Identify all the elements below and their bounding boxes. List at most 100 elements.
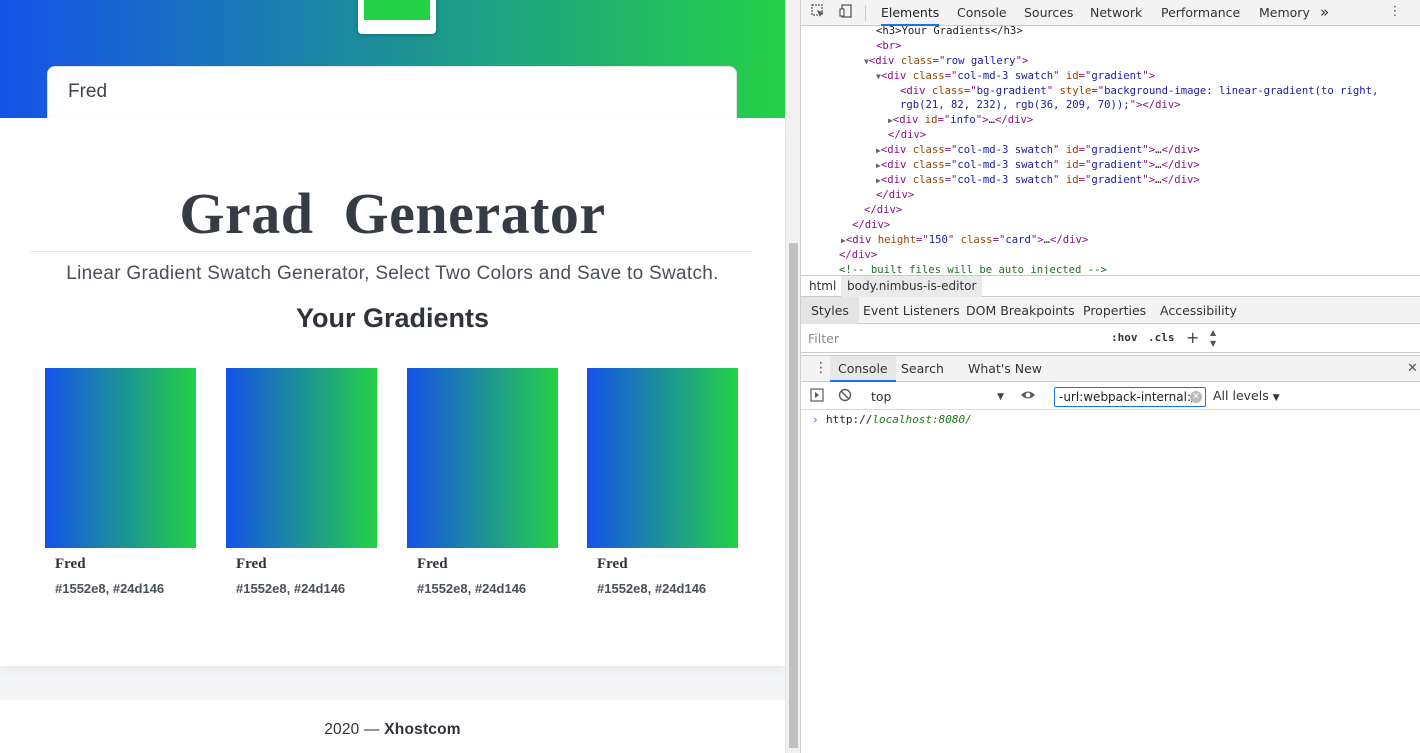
swatch-hex-values: #1552e8, #24d146	[597, 581, 707, 596]
gradient-swatch[interactable]: Fred #1552e8, #24d146	[587, 368, 738, 596]
sidebar-toggle-icon[interactable]	[809, 388, 825, 404]
tag: div	[875, 55, 895, 67]
dom-node[interactable]: ▶<div height="150" class="card">…</div>	[841, 233, 1088, 248]
swatch-gradient-preview[interactable]	[587, 368, 738, 548]
clear-filter-icon[interactable]: ✕	[1190, 391, 1202, 403]
dom-node[interactable]: <h3>Your Gradients</h3>	[876, 26, 1023, 39]
swatch-name: Fred	[417, 556, 448, 572]
attr-name: class	[900, 55, 933, 67]
log-levels-select[interactable]: All levels ▼	[1213, 388, 1280, 403]
tab-sources[interactable]: Sources	[1024, 0, 1073, 26]
cls-toggle[interactable]: .cls	[1148, 331, 1175, 344]
dom-node[interactable]: <br>	[876, 39, 902, 54]
expand-triangle-icon[interactable]: ▶	[888, 116, 893, 125]
dom-tree: <h3>Your Gradients</h3> <br> ▼<div class…	[801, 26, 1420, 274]
eye-icon[interactable]	[1020, 388, 1036, 404]
dom-node[interactable]: ▶<div class="col-md-3 swatch" id="gradie…	[876, 158, 1200, 173]
page-scrollbar[interactable]	[785, 0, 800, 753]
tab-styles[interactable]: Styles	[801, 297, 859, 324]
log-host: localhost:8080/	[872, 413, 972, 426]
attr-value: bg-gradient	[976, 85, 1047, 97]
console-filter-input[interactable]: -url:webpack-internal:// ✕	[1054, 387, 1206, 407]
tab-console[interactable]: Console	[957, 0, 1007, 26]
expand-triangle-icon[interactable]: ▶	[876, 176, 881, 185]
node-text: <h3>Your Gradients</h3>	[876, 26, 1023, 37]
console-toolbar: top ▼ -url:webpack-internal:// ✕ All lev…	[801, 383, 1420, 410]
attr-name: class	[912, 144, 945, 156]
drawer-tabbar: ⋮ Console Search What's New ✕	[801, 355, 1420, 382]
footer-brand[interactable]: Xhostcom	[384, 721, 461, 738]
drawer-tab-whats-new[interactable]: What's New	[968, 356, 1042, 382]
dom-close-tag: </div>	[852, 219, 891, 231]
tab-performance[interactable]: Performance	[1161, 0, 1240, 26]
attr-value: card	[1005, 234, 1031, 246]
context-value: top	[871, 389, 892, 404]
dom-node[interactable]: ▼<div class="row gallery">	[864, 54, 1028, 69]
breadcrumb-html[interactable]: html	[809, 279, 836, 293]
hov-toggle[interactable]: :hov	[1111, 331, 1138, 344]
scrollbar-thumb[interactable]	[789, 243, 798, 748]
swatch-gradient-preview[interactable]	[407, 368, 558, 548]
attr-name: class	[912, 159, 945, 171]
console-expand-icon[interactable]: ›	[812, 413, 819, 426]
attr-value: gradient	[1091, 159, 1143, 171]
tab-memory[interactable]: Memory	[1259, 0, 1310, 26]
log-protocol: http://	[826, 413, 873, 426]
ellipsis: …	[1155, 144, 1162, 156]
gradient-name-input[interactable]: Fred	[47, 66, 737, 126]
kebab-menu-icon[interactable]: ⋮	[1387, 4, 1403, 20]
color-picker-swatch[interactable]	[358, 0, 436, 34]
expand-triangle-icon[interactable]: ▶	[841, 236, 846, 245]
dom-close-tag: </div>	[888, 129, 927, 141]
tab-elements[interactable]: Elements	[881, 0, 940, 26]
device-toolbar-icon[interactable]	[838, 4, 854, 20]
breadcrumb-body[interactable]: body.nimbus-is-editor	[841, 276, 983, 297]
drawer-menu-icon[interactable]: ⋮	[814, 360, 828, 376]
scroll-arrows-icon[interactable]: ▲ ▼	[1210, 327, 1216, 349]
drawer-tab-console[interactable]: Console	[830, 356, 896, 382]
attr-name: id	[1065, 174, 1079, 186]
close-drawer-icon[interactable]: ✕	[1407, 361, 1418, 376]
tab-properties[interactable]: Properties	[1083, 297, 1146, 324]
ellipsis: …	[1043, 234, 1050, 246]
tab-dom-breakpoints[interactable]: DOM Breakpoints	[966, 297, 1075, 324]
expand-triangle-icon[interactable]: ▶	[876, 161, 881, 170]
gradient-swatch[interactable]: Fred #1552e8, #24d146	[226, 368, 377, 596]
dom-node[interactable]: ▼<div class="col-md-3 swatch" id="gradie…	[876, 69, 1155, 84]
swatch-gradient-preview[interactable]	[226, 368, 377, 548]
tag: div	[1155, 99, 1175, 111]
new-style-rule-icon[interactable]: +	[1186, 328, 1199, 347]
tab-accessibility[interactable]: Accessibility	[1160, 297, 1237, 324]
tab-event-listeners[interactable]: Event Listeners	[863, 297, 960, 324]
console-filter-value: -url:webpack-internal://	[1059, 390, 1200, 404]
more-tabs-icon[interactable]: »	[1320, 0, 1329, 26]
context-select[interactable]: top ▼	[871, 388, 1006, 406]
expand-triangle-icon[interactable]: ▶	[876, 146, 881, 155]
dom-close-tag: </div>	[839, 249, 878, 261]
dom-node-continued[interactable]: rgb(21, 82, 232), rgb(36, 209, 70));"></…	[900, 98, 1181, 113]
expand-triangle-icon[interactable]: ▼	[864, 57, 869, 66]
attr-name: class	[960, 234, 993, 246]
dom-node[interactable]: <div class="bg-gradient" style="backgrou…	[900, 84, 1378, 99]
console-log-line[interactable]: http://localhost:8080/	[826, 413, 972, 426]
clear-console-icon[interactable]	[837, 388, 853, 404]
selected-color-chip[interactable]	[364, 0, 430, 20]
gradient-swatch[interactable]: Fred #1552e8, #24d146	[45, 368, 196, 596]
drawer-tab-search[interactable]: Search	[901, 356, 944, 382]
styles-filter-input[interactable]: Filter	[808, 330, 1100, 348]
ellipsis: …	[1155, 159, 1162, 171]
attr-name: class	[931, 85, 964, 97]
dom-node[interactable]: ▶<div class="col-md-3 swatch" id="gradie…	[876, 143, 1200, 158]
inspect-element-icon[interactable]	[810, 4, 826, 20]
swatch-gradient-preview[interactable]	[45, 368, 196, 548]
attr-value: 150	[928, 234, 948, 246]
app-page: Fred Grad Generator Linear Gradient Swat…	[0, 0, 785, 753]
expand-triangle-icon[interactable]: ▼	[876, 72, 881, 81]
tab-network[interactable]: Network	[1090, 0, 1142, 26]
dom-node[interactable]: ▶<div class="col-md-3 swatch" id="gradie…	[876, 173, 1200, 188]
dom-comment[interactable]: <!-- built files will be auto injected -…	[839, 263, 1107, 274]
dom-node[interactable]: ▶<div id="info">…</div>	[888, 113, 1033, 128]
gradient-swatch[interactable]: Fred #1552e8, #24d146	[407, 368, 558, 596]
page-footer: 2020 — Xhostcom	[0, 700, 785, 753]
styles-filter-bar: Filter :hov .cls + ▲ ▼	[801, 325, 1420, 353]
